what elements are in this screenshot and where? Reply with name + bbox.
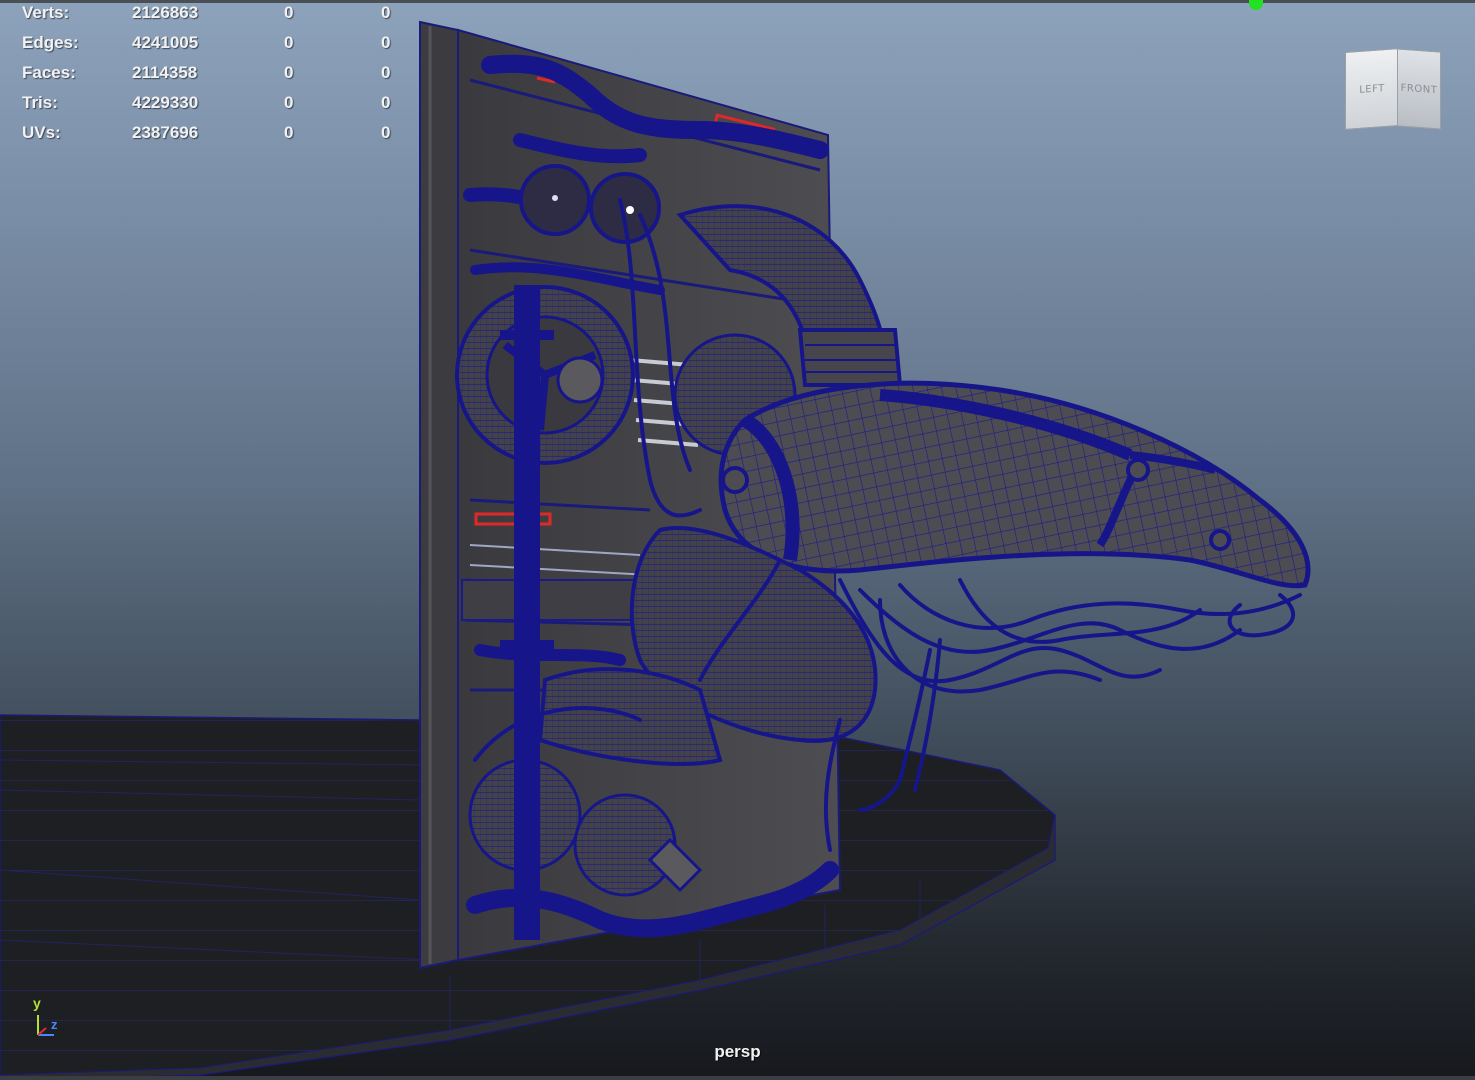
axis-y-label: y	[33, 995, 41, 1011]
hud-label: Verts:	[22, 3, 70, 22]
hud-row-edges: Edges: 4241005 0 0	[22, 32, 402, 62]
poly-count-hud: Verts: 2126863 0 0 Edges: 4241005 0 0 Fa…	[22, 2, 402, 152]
hud-uv: 0	[381, 33, 391, 52]
hud-selected: 0	[284, 93, 294, 112]
hud-row-tris: Tris: 4229330 0 0	[22, 92, 402, 122]
hud-selected: 0	[284, 33, 294, 52]
axis-gizmo: y z	[28, 993, 68, 1043]
hud-label: Tris:	[22, 93, 58, 112]
view-cube-front-face[interactable]: FRONT	[1397, 48, 1441, 130]
axis-z-label: z	[51, 1017, 58, 1032]
hud-uv: 0	[381, 63, 391, 82]
hud-value: 2387696	[132, 123, 199, 142]
hud-value: 2126863	[132, 3, 199, 22]
hud-row-verts: Verts: 2126863 0 0	[22, 2, 402, 32]
hud-value: 4229330	[132, 93, 199, 112]
scene-render[interactable]	[0, 0, 1475, 1080]
3d-viewport[interactable]: Verts: 2126863 0 0 Edges: 4241005 0 0 Fa…	[0, 0, 1475, 1080]
hud-uv: 0	[381, 3, 391, 22]
view-cube-left-face[interactable]: LEFT	[1345, 48, 1399, 130]
hud-selected: 0	[284, 123, 294, 142]
main-body	[718, 380, 1311, 589]
hud-value: 4241005	[132, 33, 199, 52]
hud-label: UVs:	[22, 123, 61, 142]
hud-row-uvs: UVs: 2387696 0 0	[22, 122, 402, 152]
camera-name-label: persp	[714, 1042, 761, 1061]
hud-label: Edges:	[22, 33, 79, 52]
view-cube[interactable]: LEFT FRONT	[1345, 48, 1441, 130]
hud-uv: 0	[381, 123, 391, 142]
hud-selected: 0	[284, 63, 294, 82]
hud-selected: 0	[284, 3, 294, 22]
viewport-bottom-border	[0, 1076, 1475, 1080]
hud-row-faces: Faces: 2114358 0 0	[22, 62, 402, 92]
hud-uv: 0	[381, 93, 391, 112]
hud-label: Faces:	[22, 63, 76, 82]
hud-value: 2114358	[132, 63, 198, 82]
